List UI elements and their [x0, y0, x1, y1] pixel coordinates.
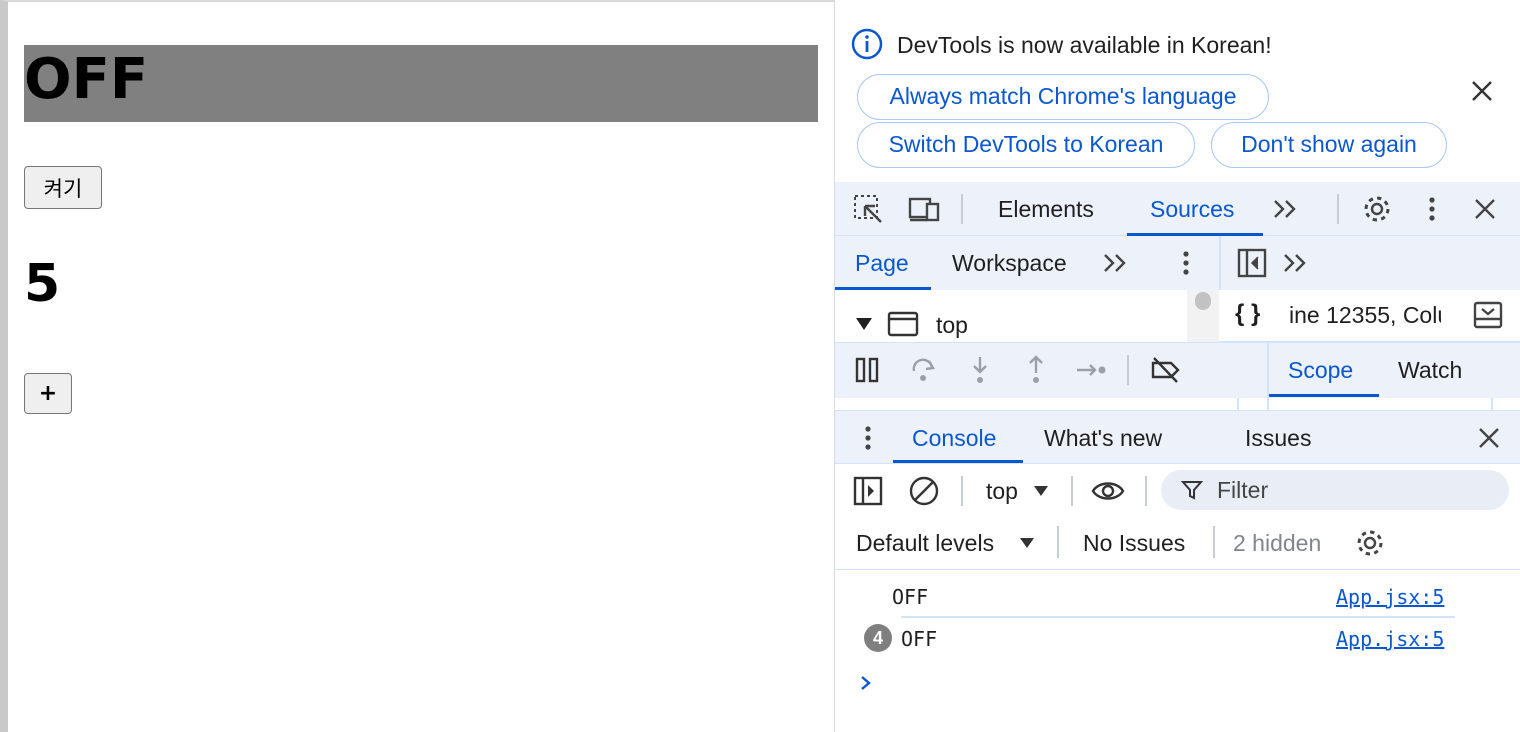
toggle-on-button[interactable]: 켜기 [24, 166, 102, 209]
navigator-scrollbar[interactable] [1187, 290, 1219, 342]
close-devtools-icon[interactable] [1468, 192, 1502, 226]
more-navigator-tabs-chevron-icon[interactable] [1099, 246, 1133, 280]
pause-icon[interactable] [851, 353, 885, 387]
truncated-pane-content [835, 398, 1520, 410]
tab-console[interactable]: Console [912, 425, 996, 452]
log-text: OFF [901, 627, 938, 651]
filter-placeholder: Filter [1217, 477, 1269, 503]
increment-button[interactable]: + [24, 373, 72, 414]
console-message: OFF App.jsx:5 [835, 576, 1520, 618]
default-levels-dropdown[interactable]: Default levels [856, 530, 994, 557]
context-selector[interactable]: top [986, 478, 1018, 505]
tab-sources[interactable]: Sources [1150, 196, 1234, 223]
console-levels-bar: Default levels No Issues 2 hidden [835, 518, 1520, 570]
editor-status-bar: { } ine 12355, Colu [1219, 290, 1520, 342]
show-console-sidebar-icon[interactable] [851, 474, 885, 508]
toolbar-separator [1145, 476, 1147, 506]
toolbar-separator [1057, 526, 1059, 558]
pane-divider [1219, 236, 1221, 290]
deactivate-breakpoints-icon[interactable] [1149, 353, 1183, 387]
file-navigator: top [835, 290, 1219, 342]
log-text: OFF [892, 585, 929, 609]
step-into-icon[interactable] [963, 353, 997, 387]
expand-triangle-icon[interactable] [855, 317, 873, 331]
navigator-menu-kebab-icon[interactable] [1169, 246, 1203, 280]
browser-window: OFF 켜기 5 + DevTools is now available in … [0, 0, 1520, 732]
toggle-navigator-icon[interactable] [1235, 246, 1269, 280]
console-settings-gear-icon[interactable] [1353, 526, 1387, 560]
step-icon[interactable] [1075, 353, 1109, 387]
toolbar-separator [1127, 355, 1129, 385]
toolbar-separator [961, 194, 963, 224]
infobar-close-icon[interactable] [1467, 76, 1497, 106]
step-over-icon[interactable] [907, 353, 941, 387]
drawer-menu-kebab-icon[interactable] [851, 421, 885, 455]
info-icon [851, 28, 883, 60]
console-prompt-input[interactable] [883, 668, 1503, 700]
drawer-tab-bar: Console What's new Issues [835, 410, 1520, 464]
toggle-debugger-sidebar-icon[interactable] [1473, 300, 1503, 330]
device-toolbar-icon[interactable] [907, 192, 941, 226]
more-editor-tabs-chevron-icon[interactable] [1279, 246, 1313, 280]
toolbar-separator [1213, 526, 1215, 558]
always-match-language-button[interactable]: Always match Chrome's language [857, 74, 1269, 120]
tab-elements[interactable]: Elements [998, 196, 1094, 223]
pretty-print-icon[interactable]: { } [1235, 300, 1260, 328]
app-viewport: OFF 켜기 5 + [0, 0, 834, 732]
tab-scope[interactable]: Scope [1288, 357, 1353, 384]
context-dropdown-arrow-icon[interactable] [1033, 485, 1049, 497]
log-source-link[interactable]: App.jsx:5 [1336, 585, 1444, 609]
log-source-link[interactable]: App.jsx:5 [1336, 627, 1444, 651]
tab-watch[interactable]: Watch [1398, 357, 1462, 384]
active-sidebar-tab-indicator [1269, 394, 1379, 397]
console-filter-input[interactable]: Filter [1161, 470, 1509, 510]
devtools-panel: DevTools is now available in Korean! Alw… [834, 0, 1520, 732]
issues-counter[interactable]: No Issues [1083, 530, 1185, 557]
sources-navigator-tabs: Page Workspace [835, 236, 1520, 290]
console-toolbar: top Filter [835, 464, 1520, 518]
console-prompt-chevron-icon [861, 676, 871, 690]
count-display: 5 [24, 254, 61, 314]
debugger-toolbar: Scope Watch [835, 342, 1520, 399]
status-heading: OFF [24, 45, 818, 122]
frame-window-icon [887, 311, 919, 337]
hidden-messages-count: 2 hidden [1233, 530, 1322, 556]
tab-issues[interactable]: Issues [1245, 425, 1311, 452]
tab-workspace[interactable]: Workspace [952, 250, 1067, 277]
switch-to-korean-button[interactable]: Switch DevTools to Korean [857, 122, 1195, 168]
live-expression-eye-icon[interactable] [1091, 474, 1125, 508]
toolbar-separator [961, 476, 963, 506]
toolbar-separator [1071, 476, 1073, 506]
close-drawer-icon[interactable] [1472, 421, 1506, 455]
active-drawer-tab-indicator [893, 460, 1023, 463]
toolbar-separator [1337, 194, 1339, 224]
more-tabs-chevron-icon[interactable] [1269, 192, 1303, 226]
repeat-count-badge: 4 [864, 624, 892, 652]
clear-console-icon[interactable] [907, 474, 941, 508]
levels-dropdown-arrow-icon[interactable] [1019, 537, 1035, 549]
dont-show-again-button[interactable]: Don't show again [1211, 122, 1447, 168]
filter-funnel-icon [1181, 481, 1203, 500]
language-infobar: DevTools is now available in Korean! Alw… [835, 0, 1520, 182]
main-tab-bar: Elements Sources [835, 182, 1520, 236]
scrollbar-thumb[interactable] [1195, 292, 1211, 310]
inspect-element-icon[interactable] [851, 192, 885, 226]
step-out-icon[interactable] [1019, 353, 1053, 387]
pane-divider [1267, 343, 1269, 399]
settings-gear-icon[interactable] [1360, 192, 1394, 226]
cursor-location: ine 12355, Colu [1289, 302, 1441, 328]
more-options-kebab-icon[interactable] [1415, 192, 1449, 226]
tab-page[interactable]: Page [855, 250, 909, 277]
infobar-message: DevTools is now available in Korean! [897, 32, 1272, 58]
tab-whats-new[interactable]: What's new [1044, 425, 1162, 452]
tree-item-top[interactable]: top [936, 312, 968, 339]
console-message: 4 OFF App.jsx:5 [835, 618, 1520, 660]
